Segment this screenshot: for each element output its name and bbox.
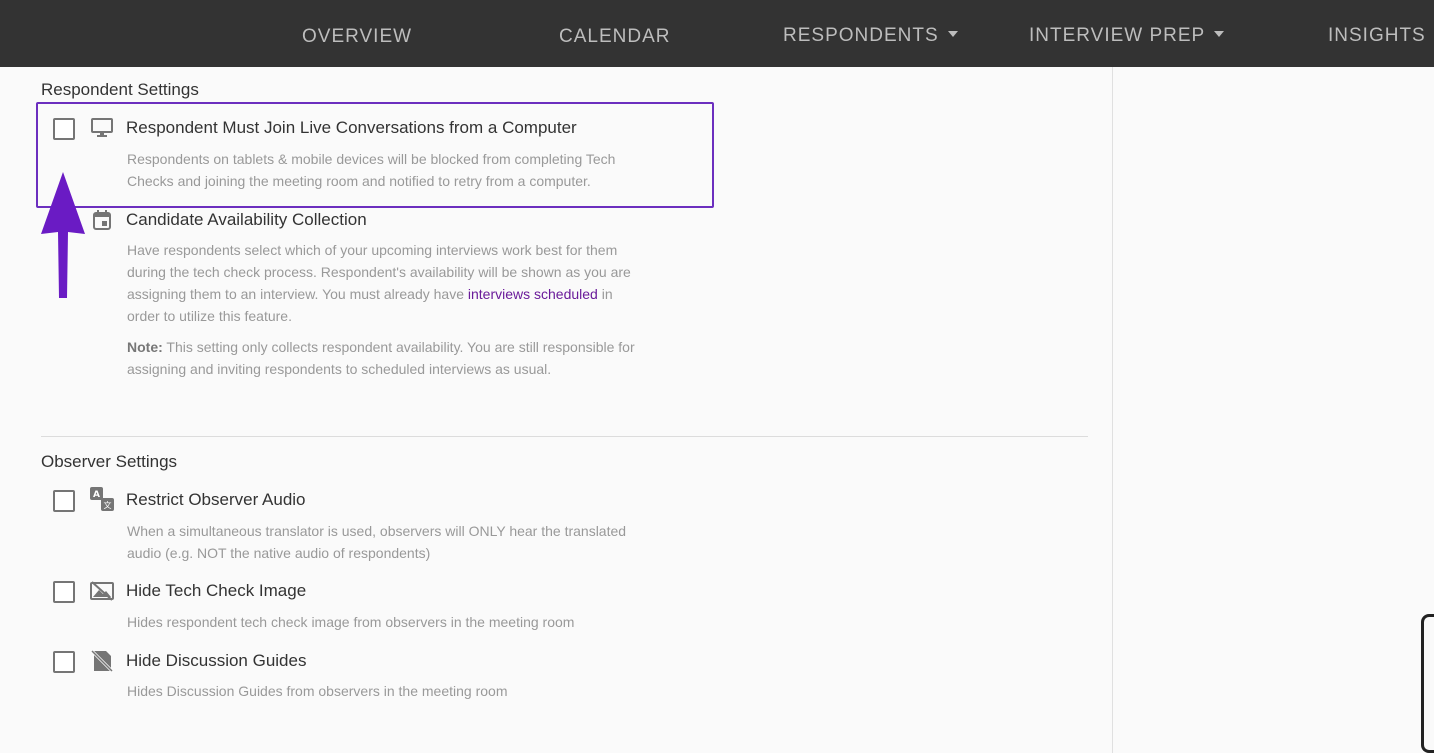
- hide-tech-image-checkbox[interactable]: [53, 581, 75, 603]
- restrict-audio-label: Restrict Observer Audio: [126, 490, 306, 509]
- availability-desc-line: assigning them to an interview. You must…: [127, 283, 727, 305]
- availability-desc-line: during the tech check process. Responden…: [127, 264, 631, 280]
- availability-description: Have respondents select which of your up…: [127, 239, 727, 380]
- nav-calendar[interactable]: CALENDAR: [559, 0, 670, 67]
- observer-settings-heading: Observer Settings: [41, 452, 178, 471]
- computer-only-description: Respondents on tablets & mobile devices …: [127, 148, 727, 192]
- availability-desc-line: order to utilize this feature.: [127, 308, 292, 324]
- computer-only-label: Respondent Must Join Live Conversations …: [126, 118, 577, 137]
- computer-only-desc-line: Checks and joining the meeting room and …: [127, 173, 591, 189]
- computer-only-desc-line: Respondents on tablets & mobile devices …: [127, 151, 616, 167]
- hide-tech-image-label: Hide Tech Check Image: [126, 581, 307, 600]
- nav-respondents-dropdown[interactable]: RESPONDENTS: [783, 0, 958, 67]
- restrict-audio-desc-line: audio (e.g. NOT the native audio of resp…: [127, 545, 431, 561]
- availability-desc-text: in: [597, 286, 613, 302]
- nav-respondents-label: RESPONDENTS: [783, 25, 939, 46]
- hide-guides-label: Hide Discussion Guides: [126, 651, 307, 670]
- calendar-icon: [90, 209, 114, 231]
- restrict-audio-checkbox[interactable]: [53, 490, 75, 512]
- scrollbar-thumb[interactable]: [1421, 614, 1434, 753]
- interviews-scheduled-link[interactable]: interviews scheduled: [468, 286, 598, 302]
- section-divider: [41, 436, 1088, 437]
- arrow-annotation: [40, 172, 86, 300]
- hide-guides-description: Hides Discussion Guides from observers i…: [127, 683, 508, 699]
- top-nav-bar: OVERVIEW CALENDAR RESPONDENTS INTERVIEW …: [0, 0, 1434, 67]
- availability-note-line: assigning and inviting respondents to sc…: [127, 361, 552, 377]
- monitor-icon: [90, 117, 114, 139]
- note-label: Note:: [127, 339, 163, 355]
- hide-document-icon: [90, 650, 114, 672]
- note-text: This setting only collects respondent av…: [162, 339, 635, 355]
- svg-text:文: 文: [104, 500, 112, 510]
- nav-interview-prep-label: INTERVIEW PREP: [1029, 25, 1206, 46]
- restrict-audio-description: When a simultaneous translator is used, …: [127, 520, 727, 564]
- svg-text:A: A: [93, 490, 100, 500]
- hide-guides-checkbox[interactable]: [53, 651, 75, 673]
- hide-tech-image-description: Hides respondent tech check image from o…: [127, 614, 575, 630]
- right-panel: [1113, 67, 1434, 753]
- nav-interview-prep-dropdown[interactable]: INTERVIEW PREP: [1029, 0, 1224, 67]
- translate-icon: A文: [90, 487, 114, 511]
- computer-only-checkbox[interactable]: [53, 118, 75, 140]
- restrict-audio-desc-line: When a simultaneous translator is used, …: [127, 523, 627, 539]
- availability-desc-line: Have respondents select which of your up…: [127, 242, 618, 258]
- availability-desc-text: assigning them to an interview. You must…: [127, 286, 468, 302]
- hide-image-icon: [90, 580, 114, 602]
- nav-insights-dropdown[interactable]: INSIGHTS: [1328, 0, 1434, 67]
- nav-overview[interactable]: OVERVIEW: [302, 0, 412, 67]
- availability-label: Candidate Availability Collection: [126, 210, 367, 229]
- availability-note: Note: This setting only collects respond…: [127, 336, 727, 358]
- respondent-settings-heading: Respondent Settings: [41, 80, 199, 99]
- nav-insights-label: INSIGHTS: [1328, 25, 1426, 46]
